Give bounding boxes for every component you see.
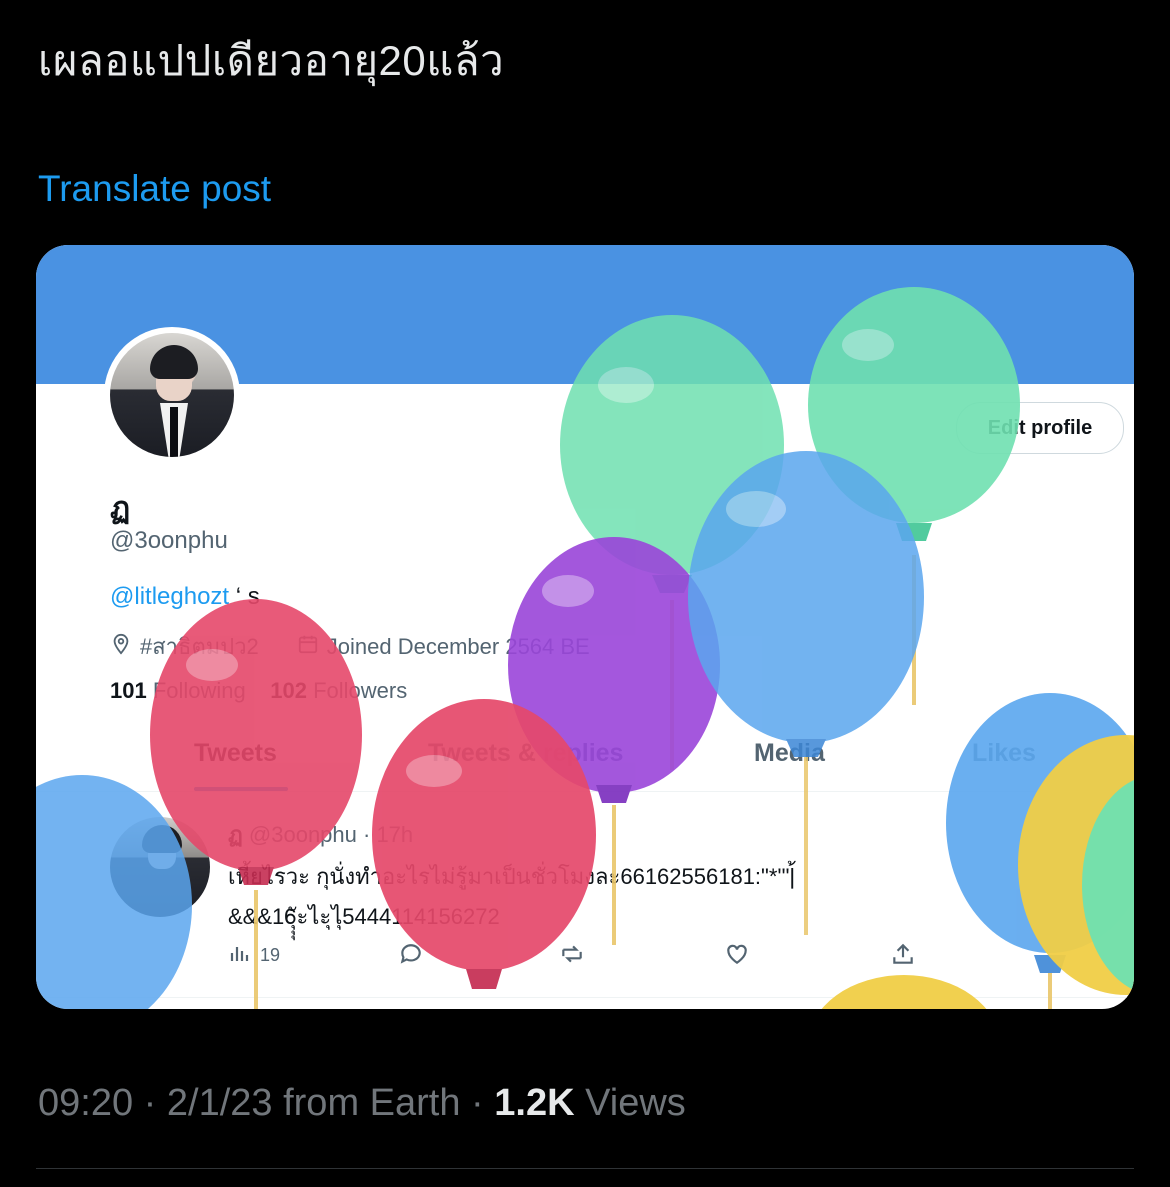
inner-tweet-line-1: เหี้ยไรวะ กุนั่งทำอะไรไม่รู้มาเป็นชั่วโม… xyxy=(228,864,796,889)
translate-post-link[interactable]: Translate post xyxy=(38,168,271,210)
views-count: 1.2K xyxy=(494,1082,575,1124)
inner-tweet-avatar xyxy=(110,817,210,917)
inner-views-count: 19 xyxy=(260,945,281,965)
inner-views: 19 xyxy=(228,941,280,970)
divider xyxy=(36,997,1134,998)
inner-tweet-name: ฏ xyxy=(228,822,243,847)
retweet-icon xyxy=(558,941,586,967)
profile-display-name: ฏ xyxy=(110,492,131,525)
analytics-icon xyxy=(228,941,252,970)
following-count: 101 xyxy=(110,678,147,703)
bio-mention: @litleghozt xyxy=(110,583,230,610)
tab-tweets: Tweets xyxy=(194,739,277,767)
balloon-yellow-bottom-icon xyxy=(821,975,987,1009)
tab-likes: Likes xyxy=(972,739,1036,767)
profile-bio: @litleghozt ‘ s xyxy=(110,583,260,611)
tab-tweets-replies: Tweets & replies xyxy=(428,739,624,767)
location-icon xyxy=(110,633,132,661)
followers-count: 102 xyxy=(270,678,307,703)
profile-meta: #สาธิตมปว2 Joined December 2564 BE xyxy=(110,629,590,664)
tab-media: Media xyxy=(754,739,825,767)
balloon-green-edge-icon xyxy=(1082,780,1134,990)
tweet-media-image[interactable]: Edit profile ฏ @3oonphu @litleghozt ‘ s … xyxy=(36,245,1134,1009)
following-label: Following xyxy=(152,678,246,703)
inner-tweet-actions: 19 xyxy=(228,941,928,977)
tweet-date: 2/1/23 xyxy=(166,1082,273,1124)
inner-tweet-body: เหี้ยไรวะ กุนั่งทำอะไรไม่รู้มาเป็นชั่วโม… xyxy=(228,857,948,937)
inner-tweet-line-2: &&&16ุุุัะไะุไุ5444114156272 xyxy=(228,904,500,929)
tweet-source: from Earth xyxy=(283,1082,461,1124)
edit-profile-button: Edit profile xyxy=(956,402,1124,454)
tweet-metadata: 09:20 · 2/1/23 from Earth · 1.2K Views xyxy=(38,1082,686,1124)
inner-tweet-header: ฏ @3oonphu · 17h xyxy=(228,817,413,852)
like-icon xyxy=(724,941,750,967)
profile-location: #สาธิตมปว2 xyxy=(140,634,259,659)
profile-tabs: Tweets Tweets & replies Media Likes xyxy=(36,725,1134,792)
tweet-time: 09:20 xyxy=(38,1082,134,1124)
profile-avatar xyxy=(104,327,240,463)
tab-underline xyxy=(194,787,288,791)
reply-icon xyxy=(398,941,424,967)
profile-handle: @3oonphu xyxy=(110,527,228,554)
profile-joined: Joined December 2564 BE xyxy=(326,633,590,659)
inner-tweet-handle-time: @3oonphu · 17h xyxy=(248,822,414,847)
views-label: Views xyxy=(585,1082,686,1124)
bio-suffix: ‘ s xyxy=(235,583,260,610)
tweet-text: เผลอแปปเดียวอายุ20แล้ว xyxy=(38,37,505,84)
followers-label: Followers xyxy=(313,678,408,703)
calendar-icon xyxy=(297,633,319,661)
share-icon xyxy=(890,941,916,967)
divider xyxy=(36,1168,1134,1169)
follow-stats: 101 Following 102 Followers xyxy=(110,678,407,704)
